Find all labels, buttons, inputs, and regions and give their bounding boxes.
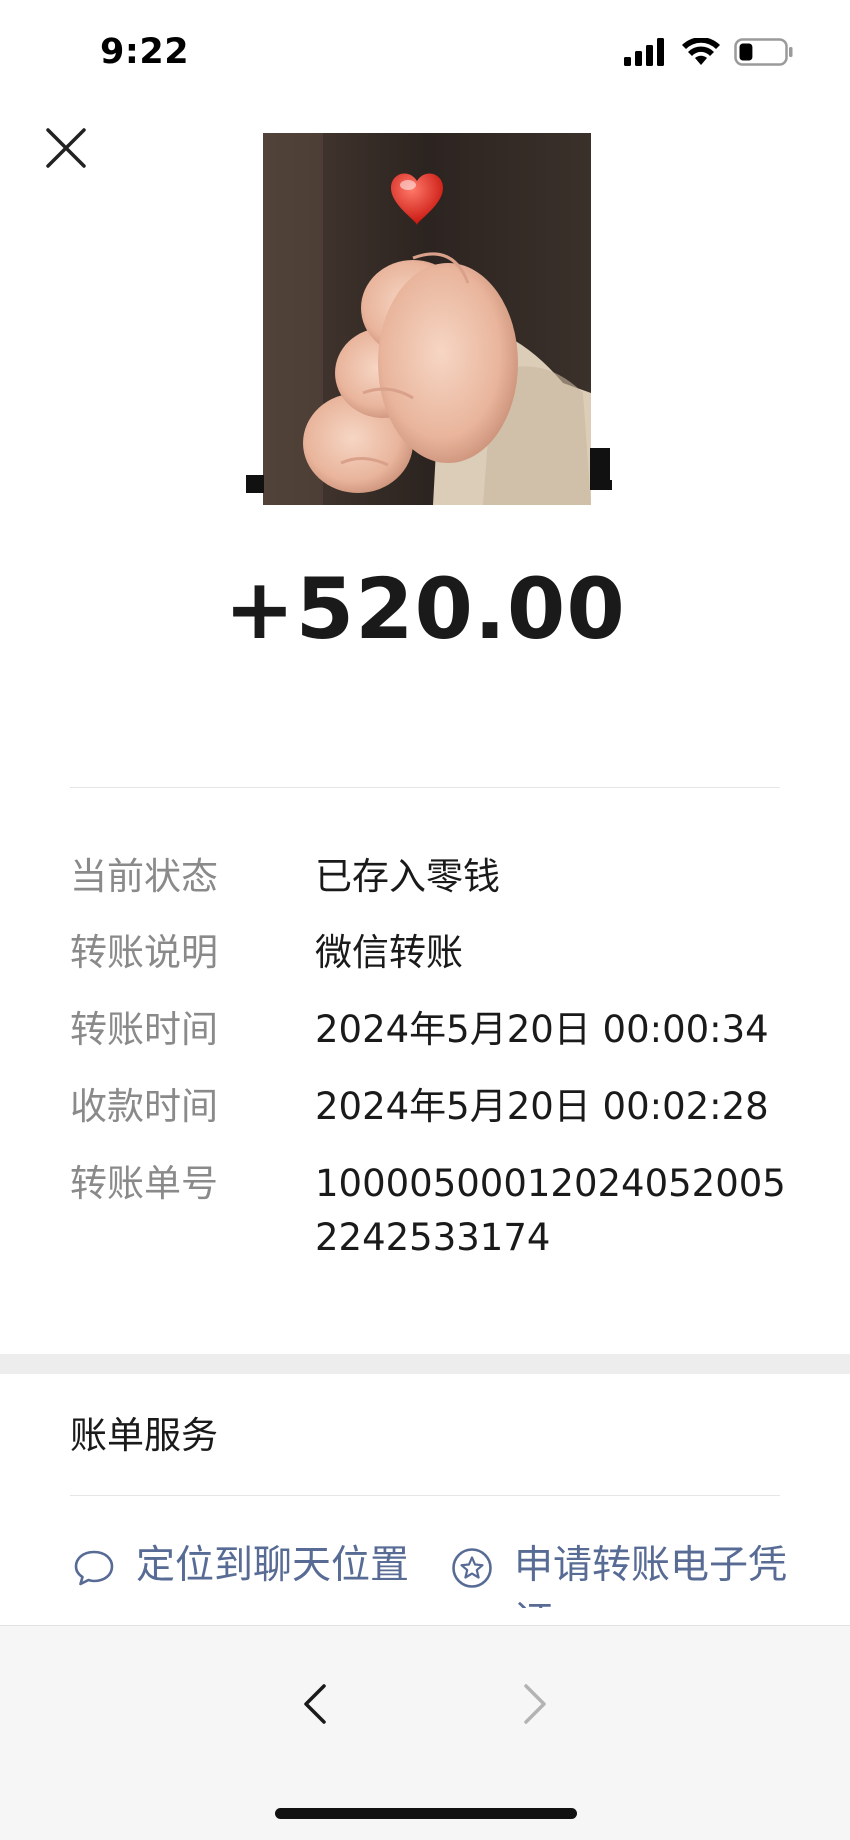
apply-voucher-label: 申请转账电子凭证 <box>514 1543 788 1608</box>
services-title: 账单服务 <box>70 1414 218 1457</box>
detail-value: 微信转账 <box>315 931 463 974</box>
section-separator <box>0 1354 850 1374</box>
locate-chat-label: 定位到聊天位置 <box>136 1543 410 1588</box>
cellular-signal-icon <box>624 38 664 66</box>
divider <box>70 787 780 788</box>
sender-avatar <box>263 133 591 505</box>
bottom-nav-bar <box>0 1625 850 1840</box>
detail-value: 已存入零钱 <box>315 855 500 898</box>
locate-chat-button[interactable]: 定位到聊天位置 <box>72 1538 416 1608</box>
wifi-icon <box>682 38 720 65</box>
detail-label: 转账单号 <box>70 1162 218 1205</box>
divider <box>70 1495 780 1496</box>
transfer-amount: +520.00 <box>224 560 626 658</box>
detail-value: 2024年5月20日 00:02:28 <box>315 1085 769 1128</box>
chevron-left-icon <box>304 1684 326 1724</box>
star-circle-icon <box>452 1548 492 1588</box>
detail-label: 转账说明 <box>70 931 218 974</box>
transaction-id[interactable]: 100005000120240520052242533174 <box>315 1157 795 1265</box>
apply-voucher-button[interactable]: 申请转账电子凭证 <box>450 1538 794 1608</box>
detail-value: 2024年5月20日 00:00:34 <box>315 1008 769 1051</box>
status-time: 9:22 <box>100 32 190 72</box>
chevron-right-icon <box>524 1684 546 1724</box>
detail-label: 转账时间 <box>70 1008 218 1051</box>
forward-button[interactable] <box>510 1678 558 1730</box>
home-indicator <box>275 1808 577 1819</box>
status-bar: 9:22 <box>0 0 850 110</box>
detail-label: 收款时间 <box>70 1085 218 1128</box>
detail-label: 当前状态 <box>70 855 218 898</box>
close-button[interactable] <box>42 124 90 172</box>
close-icon <box>46 128 86 168</box>
chat-bubble-icon <box>74 1550 114 1586</box>
battery-icon <box>734 38 793 66</box>
back-button[interactable] <box>292 1678 340 1730</box>
